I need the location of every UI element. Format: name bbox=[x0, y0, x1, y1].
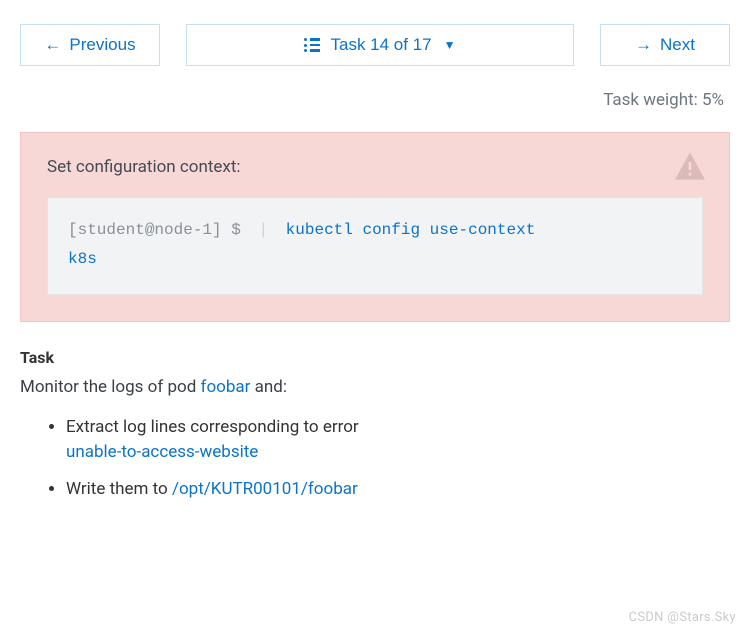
command-box: [student@node-1] $ | kubectl config use-… bbox=[47, 197, 703, 295]
chevron-down-icon: ▼ bbox=[444, 38, 456, 52]
task-counter-dropdown[interactable]: Task 14 of 17 ▼ bbox=[186, 24, 574, 66]
task-heading: Task bbox=[20, 348, 730, 367]
command-text-line1: kubectl config use-context bbox=[286, 221, 536, 239]
next-button[interactable]: → Next bbox=[600, 24, 730, 66]
bullet1-pre: Extract log lines corresponding to error bbox=[66, 417, 359, 437]
navigation-bar: ← Previous Task 14 of 17 ▼ → Next bbox=[20, 24, 730, 66]
command-text-line2: k8s bbox=[68, 250, 97, 268]
list-item: Write them to /opt/KUTR00101/foobar bbox=[66, 477, 730, 502]
arrow-left-icon: ← bbox=[44, 35, 61, 55]
pod-name-code: foobar bbox=[201, 377, 251, 397]
error-code-text: unable-to-access-website bbox=[66, 442, 258, 462]
list-item: Extract log lines corresponding to error… bbox=[66, 415, 730, 464]
intro-post: and: bbox=[255, 377, 287, 397]
previous-button[interactable]: ← Previous bbox=[20, 24, 160, 66]
task-weight-label: Task weight: 5% bbox=[20, 90, 730, 110]
task-intro: Monitor the logs of pod foobar and: bbox=[20, 375, 730, 400]
next-label: Next bbox=[660, 35, 695, 55]
output-path-code: /opt/KUTR00101/foobar bbox=[172, 479, 358, 499]
arrow-right-icon: → bbox=[635, 35, 652, 55]
alert-title: Set configuration context: bbox=[47, 157, 703, 177]
previous-label: Previous bbox=[69, 35, 135, 55]
config-context-alert: Set configuration context: [student@node… bbox=[20, 132, 730, 322]
bullet2-pre: Write them to bbox=[66, 479, 172, 499]
shell-prompt: [student@node-1] $ bbox=[68, 221, 241, 239]
task-bullet-list: Extract log lines corresponding to error… bbox=[20, 415, 730, 501]
task-counter-label: Task 14 of 17 bbox=[330, 35, 431, 55]
list-icon bbox=[304, 38, 320, 52]
watermark-text: CSDN @Stars.Sky bbox=[629, 610, 736, 625]
separator: | bbox=[258, 221, 268, 239]
warning-icon bbox=[673, 151, 707, 181]
intro-pre: Monitor the logs of pod bbox=[20, 377, 201, 397]
